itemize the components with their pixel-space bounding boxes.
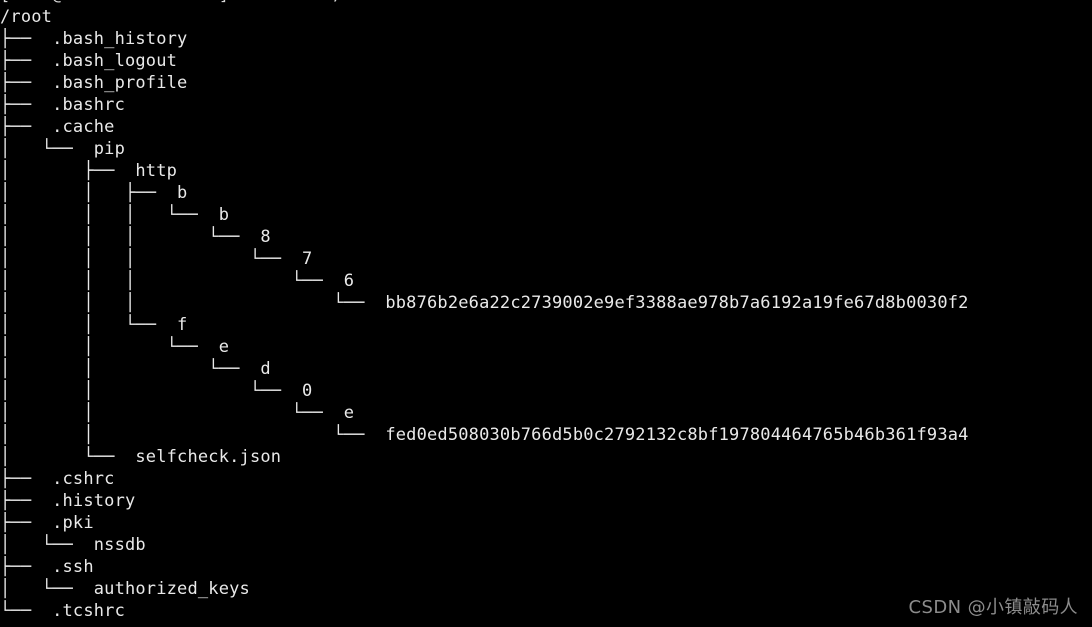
tree-line: │ │ └── e — [0, 337, 230, 357]
tree-line: │ │ │ └── b — [0, 205, 230, 225]
tree-line: │ │ ├── b — [0, 183, 188, 203]
tree-line: ├── .pki — [0, 513, 94, 533]
tree-command-output: /root ├── .bash_history ├── .bash_logout ├─… — [0, 6, 1092, 622]
tree-line: │ │ │ └── 6 — [0, 271, 355, 291]
tree-line: ├── .cache — [0, 117, 115, 137]
terminal-window[interactable]: [root@host-100-6b49 ~]# tree -a /root /r… — [0, 0, 1092, 627]
tree-line: │ │ │ └── 8 — [0, 227, 271, 247]
tree-line: ├── .cshrc — [0, 469, 115, 489]
tree-line: │ │ └── 0 — [0, 381, 313, 401]
tree-line: │ │ └── e — [0, 403, 355, 423]
tree-line: │ └── nssdb — [0, 535, 146, 555]
tree-line: │ │ └── fed0ed508030b766d5b0c2792132c8bf… — [0, 425, 969, 445]
csdn-watermark: CSDN @小镇敲码人 — [908, 597, 1078, 618]
tree-line: │ │ │ └── bb876b2e6a22c2739002e9ef3388ae… — [0, 293, 969, 313]
tree-line: ├── .bash_history — [0, 29, 188, 49]
tree-line: ├── .bashrc — [0, 95, 125, 115]
tree-line: ├── .ssh — [0, 557, 94, 577]
tree-line: │ └── pip — [0, 139, 125, 159]
tree-line: │ └── selfcheck.json — [0, 447, 282, 467]
tree-line: ├── .history — [0, 491, 136, 511]
tree-line: │ ├── http — [0, 161, 178, 181]
tree-line: ├── .bash_logout — [0, 51, 178, 71]
tree-root-line: /root — [0, 7, 53, 27]
tree-line: ├── .bash_profile — [0, 73, 188, 93]
tree-line: │ │ └── d — [0, 359, 271, 379]
tree-line: │ │ │ └── 7 — [0, 249, 313, 269]
tree-line: │ │ └── f — [0, 315, 188, 335]
